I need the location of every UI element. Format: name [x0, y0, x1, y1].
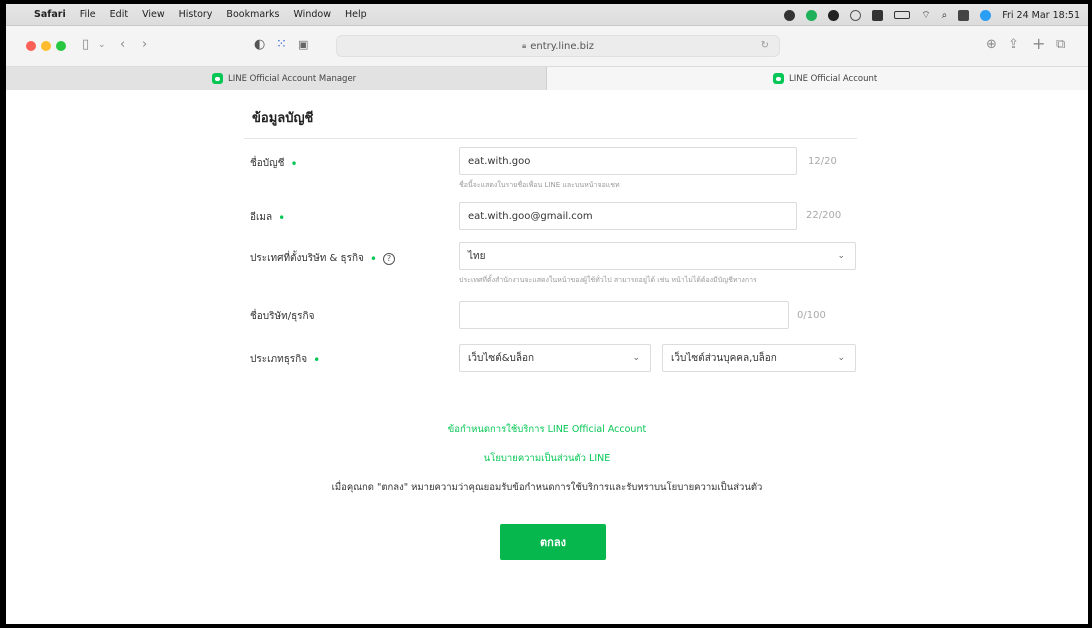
divider — [244, 138, 857, 139]
lock-icon: 🔒︎ — [521, 41, 527, 50]
country-label-text: ประเทศที่ตั้งบริษัท & ธุรกิจ — [250, 253, 364, 264]
email-field[interactable]: eat.with.goo@gmail.com — [459, 202, 797, 230]
close-window-button[interactable] — [26, 41, 36, 51]
terms-link[interactable]: ข้อกำหนดการใช้บริการ LINE Official Accou… — [6, 422, 1088, 437]
company-input[interactable] — [459, 301, 789, 329]
line-icon — [212, 73, 223, 84]
extension-grid-icon[interactable]: ⁙ — [276, 37, 287, 52]
email-label-text: อีเมล — [250, 212, 273, 223]
status-icon[interactable] — [828, 9, 840, 21]
menu-help[interactable]: Help — [345, 9, 367, 20]
menu-history[interactable]: History — [179, 9, 213, 20]
business-category-select[interactable]: เว็บไซต์&บล็อก ⌄ — [459, 344, 651, 372]
chevron-down-icon[interactable]: ⌄ — [98, 40, 106, 50]
address-bar[interactable]: 🔒︎ entry.line.biz ↻ — [336, 35, 780, 57]
email-label: อีเมล • — [250, 210, 285, 225]
chevron-down-icon: ⌄ — [632, 353, 640, 363]
country-label: ประเทศที่ตั้งบริษัท & ธุรกิจ • ? — [250, 251, 395, 266]
help-icon[interactable]: ? — [382, 252, 395, 265]
screen: Safari File Edit View History Bookmarks … — [6, 4, 1088, 624]
agree-button[interactable]: ตกลง — [500, 524, 606, 560]
tab-label: LINE Official Account Manager — [228, 73, 357, 84]
sidebar-icon[interactable]: ▯ — [82, 37, 89, 52]
menu-window[interactable]: Window — [294, 9, 331, 20]
line-icon — [773, 73, 784, 84]
menu-bookmarks[interactable]: Bookmarks — [226, 9, 279, 20]
share-icon[interactable]: ⇪ — [1008, 37, 1019, 52]
business-subcategory-value: เว็บไซต์ส่วนบุคคล,บล็อก — [671, 352, 777, 364]
page-title: ข้อมูลบัญชี — [252, 111, 314, 126]
zoom-window-button[interactable] — [56, 41, 66, 51]
minimize-window-button[interactable] — [41, 41, 51, 51]
status-icon[interactable] — [784, 9, 796, 21]
email-value: eat.with.goo@gmail.com — [468, 210, 593, 222]
url-text: entry.line.biz — [530, 40, 595, 52]
status-icon[interactable] — [872, 9, 884, 21]
account-name-value: eat.with.goo — [468, 155, 531, 167]
siri-icon[interactable] — [980, 9, 992, 21]
menu-edit[interactable]: Edit — [110, 9, 128, 20]
account-name-label: ชื่อบัญชี • — [250, 156, 298, 171]
control-center-icon[interactable] — [958, 9, 970, 21]
battery-icon[interactable] — [894, 11, 911, 19]
privacy-policy-link[interactable]: นโยบายความเป็นส่วนตัว LINE — [6, 451, 1088, 466]
reader-icon[interactable]: ▣ — [298, 38, 308, 51]
forward-icon[interactable]: › — [142, 37, 147, 52]
privacy-shield-icon[interactable]: ◐ — [254, 37, 265, 52]
new-tab-icon[interactable]: + — [1032, 34, 1045, 53]
menu-bar: Safari File Edit View History Bookmarks … — [6, 4, 1088, 26]
download-icon[interactable]: ⊕ — [986, 37, 997, 52]
account-name-input[interactable]: eat.with.goo — [459, 147, 797, 175]
company-label: ชื่อบริษัท/ธุรกิจ — [250, 309, 314, 324]
company-counter: 0/100 — [797, 310, 826, 321]
country-value: ไทย — [468, 250, 486, 262]
account-name-counter: 12/20 — [808, 156, 837, 167]
wifi-icon[interactable]: ⌔ — [921, 9, 930, 22]
status-icon[interactable] — [850, 9, 862, 21]
required-dot-icon: • — [278, 210, 286, 225]
account-name-label-text: ชื่อบัญชี — [250, 158, 285, 169]
business-type-label-text: ประเภทธุรกิจ — [250, 354, 308, 365]
tab-label: LINE Official Account — [789, 73, 878, 84]
business-category-value: เว็บไซต์&บล็อก — [468, 352, 535, 364]
menu-file[interactable]: File — [80, 9, 96, 20]
business-type-label: ประเภทธุรกิจ • — [250, 352, 320, 367]
tab-bar: LINE Official Account Manager LINE Offic… — [6, 66, 1088, 90]
tab-account-manager[interactable]: LINE Official Account Manager — [6, 67, 547, 90]
required-dot-icon: • — [369, 251, 377, 266]
chevron-down-icon: ⌄ — [837, 251, 845, 261]
clock[interactable]: Fri 24 Mar 18:51 — [1002, 10, 1080, 21]
chevron-down-icon: ⌄ — [837, 353, 845, 363]
back-icon[interactable]: ‹ — [120, 37, 125, 52]
page-content: ข้อมูลบัญชี ชื่อบัญชี • eat.with.goo 12/… — [6, 90, 1088, 624]
search-icon[interactable]: ⌕ — [942, 10, 948, 21]
reload-icon[interactable]: ↻ — [761, 40, 769, 51]
company-label-text: ชื่อบริษัท/ธุรกิจ — [250, 311, 315, 322]
account-name-hint: ชื่อนี้จะแสดงในรายชื่อเพื่อน LINE และบนห… — [459, 181, 620, 189]
required-dot-icon: • — [290, 156, 298, 171]
tab-overview-icon[interactable]: ⧉ — [1056, 37, 1065, 52]
menu-safari[interactable]: Safari — [34, 9, 66, 20]
business-subcategory-select[interactable]: เว็บไซต์ส่วนบุคคล,บล็อก ⌄ — [662, 344, 856, 372]
country-hint: ประเทศที่ตั้งสำนักงานจะแสดงในหน้าของผู้ใ… — [459, 276, 757, 284]
line-status-icon[interactable] — [806, 9, 818, 21]
consent-text: เมื่อคุณกด "ตกลง" หมายความว่าคุณยอมรับข้… — [331, 482, 763, 493]
status-area: ⌔ ⌕ Fri 24 Mar 18:51 — [784, 4, 1080, 26]
country-select[interactable]: ไทย ⌄ — [459, 242, 856, 270]
tab-official-account[interactable]: LINE Official Account — [547, 67, 1088, 90]
menu-view[interactable]: View — [142, 9, 165, 20]
email-counter: 22/200 — [806, 210, 842, 221]
required-dot-icon: • — [313, 352, 321, 367]
browser-toolbar: ▯ ⌄ ‹ › ◐ ⁙ ▣ 🔒︎ entry.line.biz ↻ ⊕ ⇪ + … — [6, 26, 1088, 66]
